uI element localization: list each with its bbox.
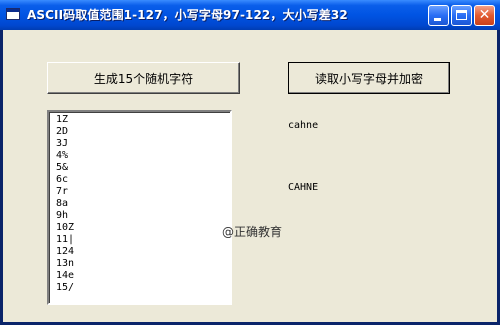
minimize-icon [434, 18, 441, 21]
minimize-button[interactable] [428, 5, 449, 26]
list-item[interactable]: 124 [56, 246, 230, 258]
app-window: ASCII码取值范围1-127，小写字母97-122，大小写差32 ✕ 生成15… [0, 0, 500, 325]
list-item[interactable]: 9h [56, 210, 230, 222]
close-icon: ✕ [478, 7, 491, 23]
generate-random-chars-button[interactable]: 生成15个随机字符 [47, 62, 240, 94]
title-bar[interactable]: ASCII码取值范围1-127，小写字母97-122，大小写差32 ✕ [0, 0, 500, 30]
list-item[interactable]: 10Z [56, 222, 230, 234]
read-encrypt-button-label: 读取小写字母并加密 [314, 71, 423, 86]
uppercase-result-label: CAHNE [288, 182, 319, 193]
list-item[interactable]: 6c [56, 174, 230, 186]
maximize-button[interactable] [451, 5, 472, 26]
app-icon [6, 8, 20, 20]
list-item[interactable]: 2D [56, 126, 230, 138]
generate-button-label: 生成15个随机字符 [93, 71, 194, 86]
read-encrypt-button[interactable]: 读取小写字母并加密 [288, 62, 450, 94]
list-item[interactable]: 15/ [56, 282, 230, 294]
close-button[interactable]: ✕ [474, 5, 495, 26]
list-item[interactable]: 14e [56, 270, 230, 282]
maximize-icon [456, 10, 467, 20]
lowercase-result-label: cahne [288, 120, 319, 131]
list-item[interactable]: 7r [56, 186, 230, 198]
random-chars-listbox[interactable]: 1Z 2D 3J 4% 5& 6c 7r 8a 9h 10Z 11| 124 13n 14e 15/ [47, 110, 232, 305]
window-title: ASCII码取值范围1-127，小写字母97-122，大小写差32 [27, 8, 348, 22]
list-item[interactable]: 5& [56, 162, 230, 174]
list-item[interactable]: 3J [56, 138, 230, 150]
list-item[interactable]: 11| [56, 234, 230, 246]
list-item[interactable]: 1Z [56, 114, 230, 126]
list-item[interactable]: 8a [56, 198, 230, 210]
list-item[interactable]: 4% [56, 150, 230, 162]
watermark-text: @正确教育 [222, 225, 283, 239]
list-item[interactable]: 13n [56, 258, 230, 270]
